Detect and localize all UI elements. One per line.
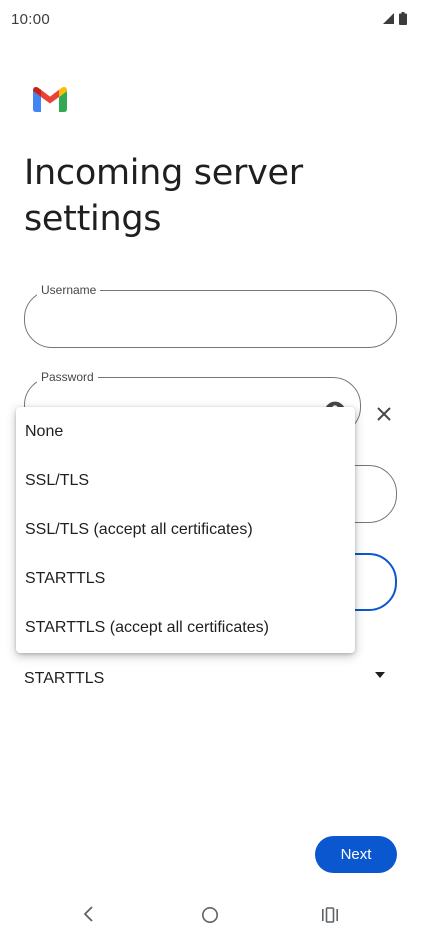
dropdown-option-none[interactable]: None: [16, 407, 355, 456]
battery-icon: [399, 12, 407, 25]
dropdown-arrow-icon: [375, 672, 385, 678]
page-title: Incoming server settings: [24, 153, 303, 239]
security-dropdown-menu: None SSL/TLS SSL/TLS (accept all certifi…: [16, 407, 355, 653]
recents-icon[interactable]: [321, 907, 339, 923]
username-label: Username: [37, 282, 101, 298]
status-time: 10:00: [11, 11, 51, 28]
next-button[interactable]: Next: [315, 836, 397, 873]
dropdown-option-starttls[interactable]: STARTTLS: [16, 554, 355, 603]
close-icon[interactable]: [374, 404, 394, 424]
username-input[interactable]: [41, 305, 380, 333]
dropdown-option-starttls-accept-all[interactable]: STARTTLS (accept all certificates): [16, 603, 355, 652]
screen: 10:00 Incoming server settings Username …: [0, 0, 421, 940]
status-icons: [383, 12, 407, 25]
signal-icon: [383, 13, 394, 24]
dropdown-option-ssl-tls-accept-all[interactable]: SSL/TLS (accept all certificates): [16, 505, 355, 554]
home-icon[interactable]: [201, 906, 219, 924]
username-field[interactable]: Username: [24, 282, 397, 348]
dropdown-option-ssl-tls[interactable]: SSL/TLS: [16, 456, 355, 505]
gmail-logo: [33, 86, 67, 112]
back-icon[interactable]: [81, 905, 95, 923]
password-label: Password: [37, 369, 98, 385]
divider: [0, 686, 421, 696]
